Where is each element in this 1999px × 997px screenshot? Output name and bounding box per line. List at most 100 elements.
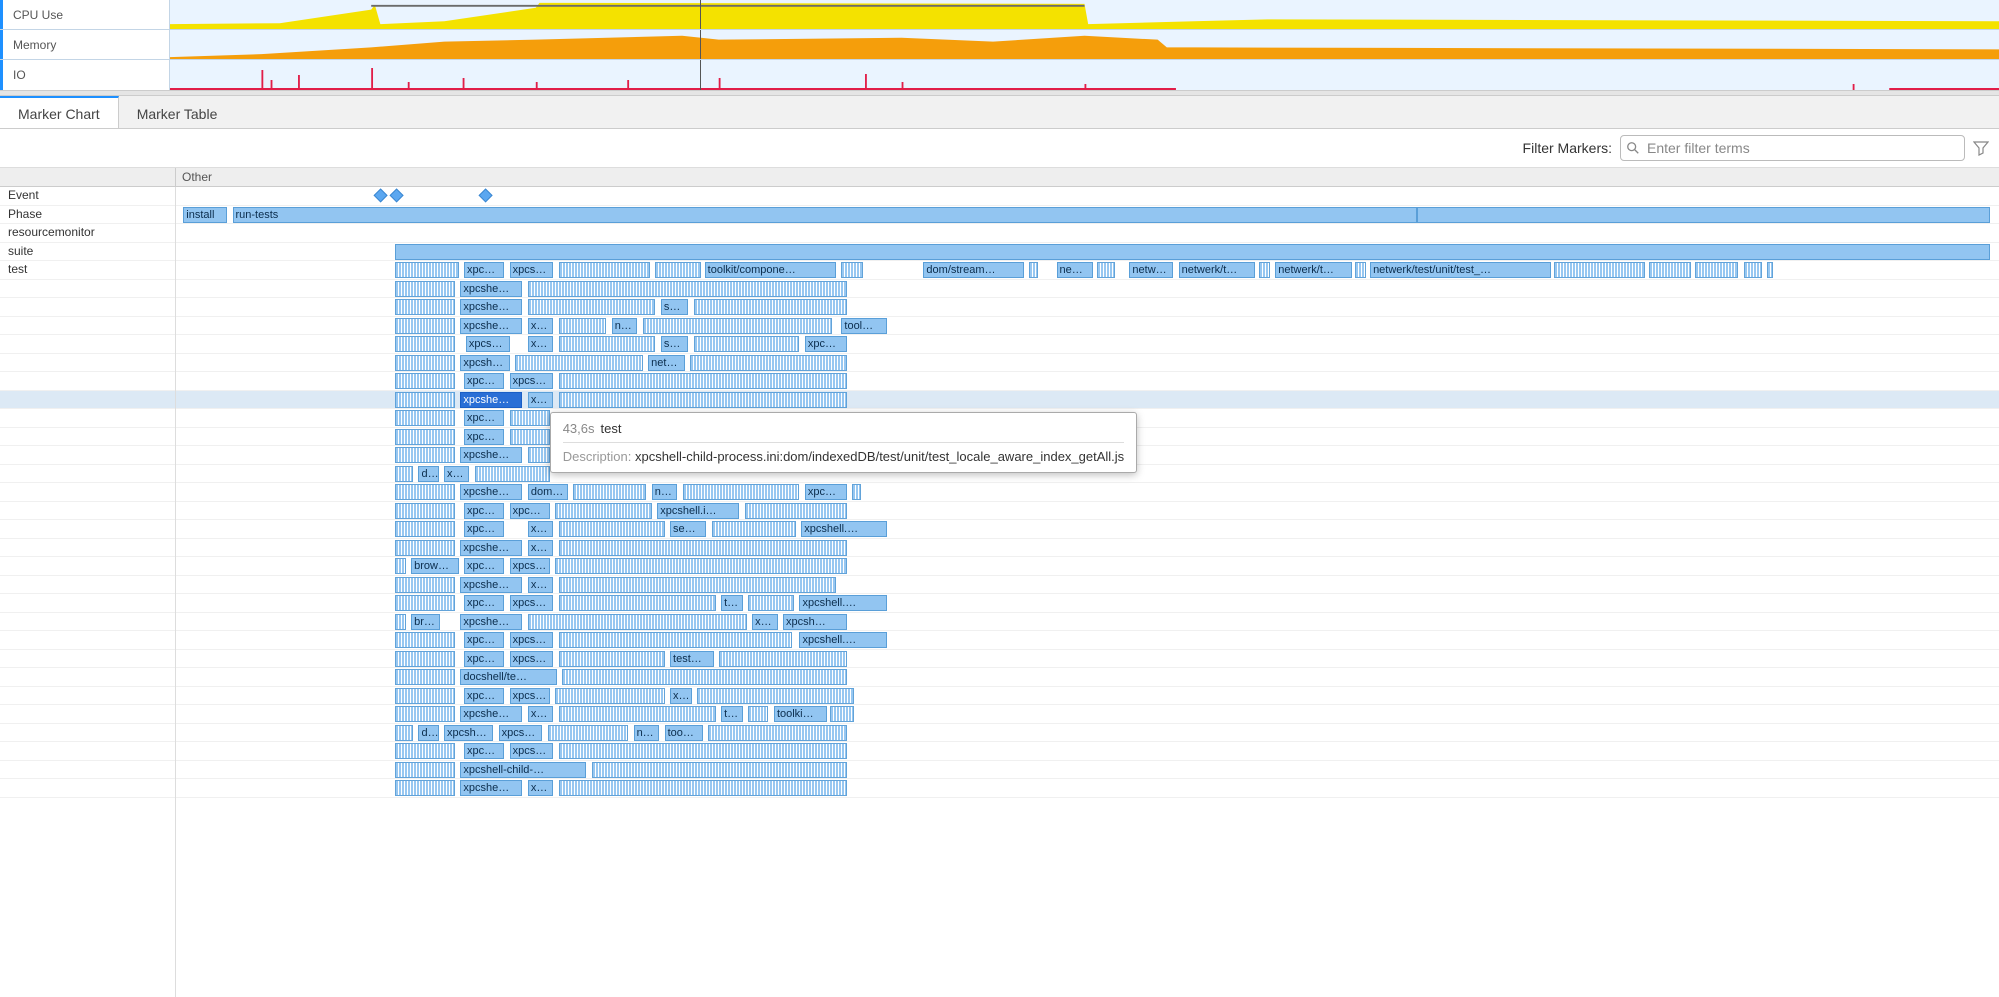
marker-bar[interactable]: xpcshe…: [460, 614, 522, 630]
marker-bar[interactable]: xp…: [528, 780, 554, 796]
marker-bar[interactable]: net…: [648, 355, 684, 371]
marker-dense[interactable]: [559, 577, 836, 593]
marker-bar[interactable]: xpcshe…: [460, 540, 522, 556]
row-label-empty[interactable]: [0, 298, 175, 317]
marker-bar[interactable]: xp…: [752, 614, 778, 630]
marker-dense[interactable]: [1695, 262, 1739, 278]
marker-dense[interactable]: [559, 262, 650, 278]
marker-bar[interactable]: n…: [652, 484, 678, 500]
track-row[interactable]: xpc… xpc… xpcshell.i…: [176, 502, 1999, 521]
marker-dense[interactable]: [719, 651, 847, 667]
row-label-empty[interactable]: [0, 483, 175, 502]
marker-bar[interactable]: tool…: [841, 318, 887, 334]
marker-bar[interactable]: xpcshell.…: [799, 632, 887, 648]
marker-dense[interactable]: [1554, 262, 1645, 278]
memory-graph[interactable]: [170, 30, 1999, 59]
marker-dense[interactable]: [555, 688, 664, 704]
row-label-empty[interactable]: [0, 557, 175, 576]
track-row[interactable]: xpcshe…dom…n…xpc…: [176, 483, 1999, 502]
marker-bar[interactable]: toolki…: [774, 706, 827, 722]
marker-bar[interactable]: xpc…: [510, 503, 550, 519]
marker-bar[interactable]: d…: [418, 466, 438, 482]
marker-dense[interactable]: [395, 521, 455, 537]
marker-bar[interactable]: xpcs…: [510, 688, 550, 704]
marker-bar[interactable]: netw…: [1129, 262, 1173, 278]
marker-bar[interactable]: xp…: [528, 392, 554, 408]
row-label-empty[interactable]: [0, 576, 175, 595]
marker-bar[interactable]: xpcshell-child-…: [460, 762, 586, 778]
marker-dense[interactable]: [395, 262, 459, 278]
marker-dense[interactable]: [559, 706, 716, 722]
marker-bar[interactable]: dom/stream…: [923, 262, 1023, 278]
marker-dense[interactable]: [395, 410, 455, 426]
marker-bar[interactable]: s…: [661, 336, 688, 352]
marker-bar[interactable]: xpcshe…: [460, 318, 522, 334]
row-label-empty[interactable]: [0, 668, 175, 687]
marker-bar[interactable]: x…: [670, 688, 692, 704]
row-label-empty[interactable]: [0, 539, 175, 558]
marker-dense[interactable]: [694, 336, 800, 352]
marker-bar[interactable]: xpc…: [464, 632, 504, 648]
marker-bar[interactable]: br…: [411, 614, 440, 630]
filter-input[interactable]: [1620, 135, 1965, 161]
marker-dense[interactable]: [690, 355, 847, 371]
marker-bar[interactable]: xpcshe…: [460, 299, 522, 315]
marker-bar[interactable]: n…: [634, 725, 660, 741]
marker-dense[interactable]: [510, 429, 550, 445]
row-label-empty[interactable]: [0, 335, 175, 354]
marker-bar[interactable]: too…: [665, 725, 703, 741]
overview-graphs[interactable]: CPU Use Memory IO: [0, 0, 1999, 91]
track-row[interactable]: xpcs…xp…s…xpc…: [176, 335, 1999, 354]
marker-bar[interactable]: xpcs…: [510, 595, 554, 611]
marker-bar[interactable]: s…: [661, 299, 688, 315]
marker-bar[interactable]: xpc…: [464, 743, 504, 759]
marker-dense[interactable]: [548, 725, 628, 741]
marker-bar[interactable]: xpc…: [464, 651, 504, 667]
row-label-empty[interactable]: [0, 409, 175, 428]
marker-dense[interactable]: [555, 558, 847, 574]
marker-dense[interactable]: [395, 318, 455, 334]
marker-dense[interactable]: [395, 373, 455, 389]
marker-bar[interactable]: ne…: [1057, 262, 1093, 278]
marker-bar[interactable]: xp…: [528, 577, 554, 593]
row-label-empty[interactable]: [0, 354, 175, 373]
marker-dense[interactable]: [395, 614, 406, 630]
marker-bar[interactable]: xpc…: [464, 503, 504, 519]
track-row[interactable]: brow…xpc…xpcs…: [176, 557, 1999, 576]
marker-bar[interactable]: xpcs…: [510, 651, 554, 667]
marker-bar[interactable]: xp…: [528, 318, 554, 334]
row-label-empty[interactable]: [0, 761, 175, 780]
marker-bar[interactable]: xp…: [528, 336, 554, 352]
marker-dense[interactable]: [395, 466, 413, 482]
marker-dense[interactable]: [694, 299, 847, 315]
marker-dense[interactable]: [528, 447, 550, 463]
marker-bar[interactable]: xpcsh…: [444, 725, 493, 741]
marker-dense[interactable]: [395, 577, 455, 593]
marker-dense[interactable]: [559, 780, 847, 796]
marker-dense[interactable]: [395, 706, 455, 722]
marker-dense[interactable]: [395, 762, 455, 778]
cpu-graph[interactable]: [170, 0, 1999, 29]
row-label[interactable]: Event: [0, 187, 175, 206]
track-row[interactable]: xpcshe…xp…: [176, 539, 1999, 558]
track-row[interactable]: xpc…xp…se…xpcshell.…: [176, 520, 1999, 539]
marker-dense[interactable]: [475, 466, 550, 482]
row-label-empty[interactable]: [0, 280, 175, 299]
row-label-empty[interactable]: [0, 520, 175, 539]
row-label-empty[interactable]: [0, 391, 175, 410]
track-row[interactable]: installrun-tests: [176, 206, 1999, 225]
row-label[interactable]: test: [0, 261, 175, 280]
marker-dense[interactable]: [395, 484, 455, 500]
track-row[interactable]: d…xpcsh…xpcs…n…too…: [176, 724, 1999, 743]
marker-dense[interactable]: [395, 558, 406, 574]
track-row[interactable]: xpcsh…net…: [176, 354, 1999, 373]
row-label[interactable]: Phase: [0, 206, 175, 225]
marker-bar[interactable]: d…: [418, 725, 438, 741]
marker-bar[interactable]: xpcshell.i…: [657, 503, 739, 519]
marker-dense[interactable]: [852, 484, 861, 500]
track-row[interactable]: docshell/te…: [176, 668, 1999, 687]
marker-dense[interactable]: [395, 355, 455, 371]
marker-dense[interactable]: [395, 429, 455, 445]
track-area[interactable]: installrun-testsxpc…xpcs…toolkit/compone…: [176, 187, 1999, 997]
track-row[interactable]: xpcshe… s…: [176, 298, 1999, 317]
